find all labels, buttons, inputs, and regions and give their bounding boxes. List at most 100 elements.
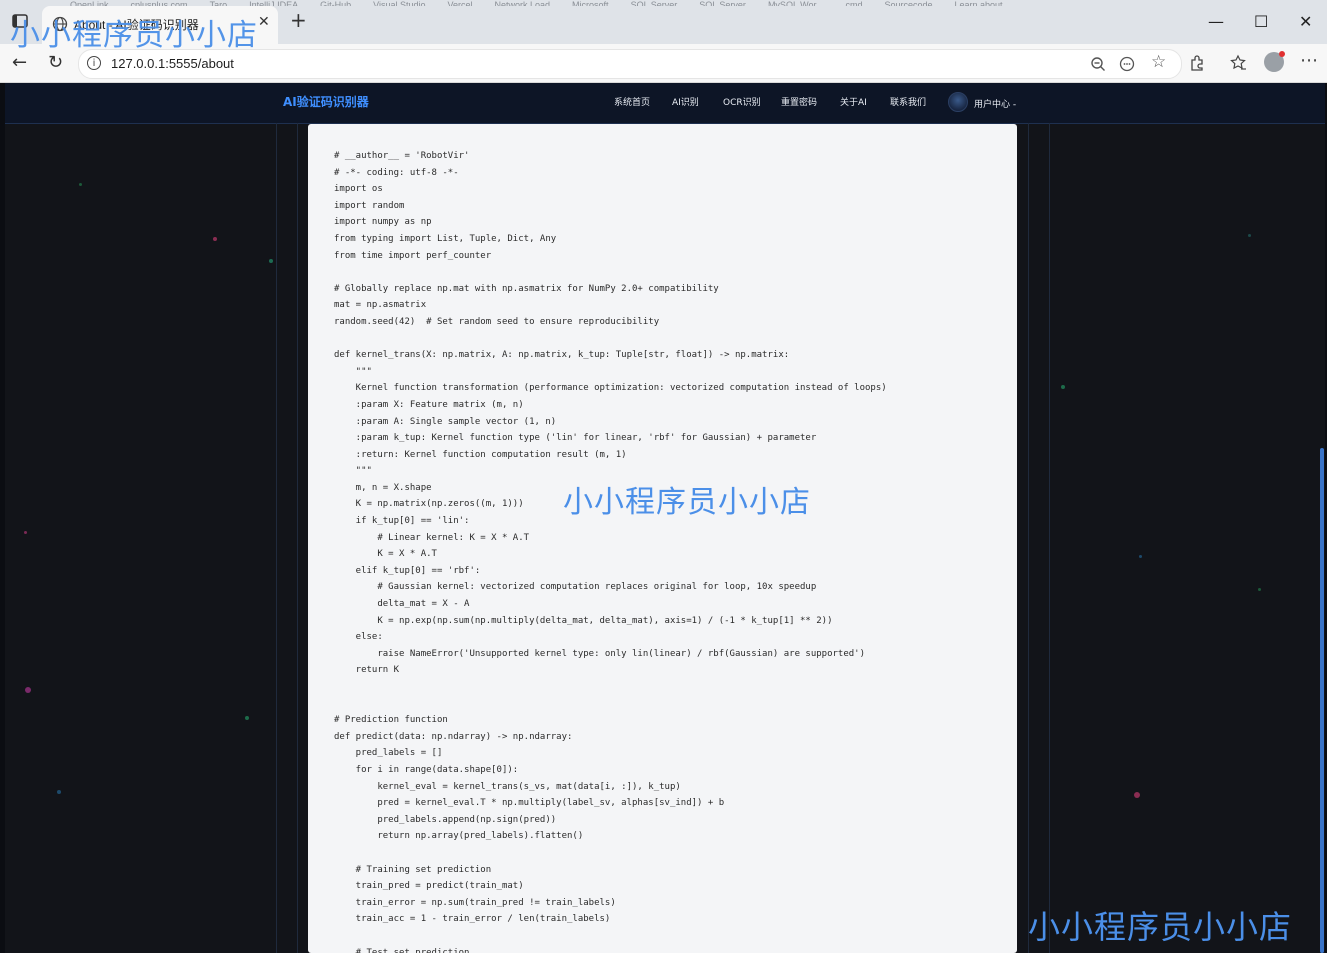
code-line: def kernel_trans(X: np.matrix, A: np.mat… xyxy=(334,350,790,361)
background-particle xyxy=(1139,555,1142,558)
code-line: import os xyxy=(334,184,383,195)
close-icon[interactable]: ✕ xyxy=(1299,12,1312,31)
code-line: kernel_eval = kernel_trans(s_vs, mat(dat… xyxy=(334,781,681,792)
code-line: # __author__ = 'RobotVir' xyxy=(334,151,470,161)
code-line: :return: Kernel function computation res… xyxy=(334,449,627,460)
code-line: # Linear kernel: K = X * A.T xyxy=(334,532,530,543)
code-line: :param A: Single sample vector (1, n) xyxy=(334,416,557,427)
code-line: K = np.exp(np.sum(np.multiply(delta_mat,… xyxy=(334,615,833,626)
code-line: # -*- coding: utf-8 -*- xyxy=(334,167,459,178)
nav-ai-recognition[interactable]: AI识别 xyxy=(672,95,699,108)
bookmark-item[interactable]: Git-Hub xyxy=(320,0,351,6)
code-line: K = X * A.T xyxy=(334,549,437,560)
code-line: from typing import List, Tuple, Dict, An… xyxy=(334,233,557,244)
bookmark-item[interactable]: Microsoft xyxy=(572,0,609,6)
nav-home[interactable]: 系统首页 xyxy=(614,95,650,108)
bookmark-item[interactable]: SQL Server xyxy=(631,0,678,6)
code-line: # Test set prediction xyxy=(334,947,470,953)
user-center-menu[interactable]: 用户中心 - xyxy=(974,97,1016,110)
bookmark-item[interactable]: Sourcecode xyxy=(884,0,932,6)
code-line: # Gaussian kernel: vectorized computatio… xyxy=(334,582,817,593)
code-line: raise NameError('Unsupported kernel type… xyxy=(334,648,866,659)
code-line: """ xyxy=(334,366,372,377)
minimize-icon[interactable]: — xyxy=(1208,12,1224,31)
code-line: Kernel function transformation (performa… xyxy=(334,383,887,394)
code-line: :param k_tup: Kernel function type ('lin… xyxy=(334,433,817,444)
code-line: else: xyxy=(334,632,383,643)
bookmark-item[interactable]: MySQL Wor... xyxy=(768,0,824,6)
close-tab-icon[interactable]: ✕ xyxy=(258,14,270,30)
watermark-bottom-right: 小小程序员小小店 xyxy=(1028,908,1293,946)
background-particle xyxy=(1061,385,1065,389)
bookmark-item[interactable]: Learn about xyxy=(955,0,1003,6)
maximize-icon[interactable]: ☐ xyxy=(1254,12,1268,31)
code-line: elif k_tup[0] == 'rbf': xyxy=(334,565,481,576)
code-line: import random xyxy=(334,200,405,211)
code-line: mat = np.asmatrix xyxy=(334,300,427,311)
code-block: # __author__ = 'RobotVir' # -*- coding: u… xyxy=(334,148,887,953)
background-particle xyxy=(79,183,82,186)
extensions-icon[interactable] xyxy=(1188,54,1206,72)
frame-line xyxy=(1028,123,1029,953)
background-particle xyxy=(213,237,217,241)
bookmark-item[interactable]: cmd xyxy=(845,0,862,6)
frame-line xyxy=(1049,123,1050,953)
code-line: train_acc = 1 - train_error / len(train_… xyxy=(334,914,611,925)
background-particle xyxy=(245,716,249,720)
back-icon[interactable]: ← xyxy=(12,52,27,73)
code-line: train_error = np.sum(train_pred != train… xyxy=(334,897,616,908)
bookmark-item[interactable]: Network Load xyxy=(495,0,551,6)
favorite-icon[interactable]: ☆ xyxy=(1151,52,1166,72)
code-line: # Training set prediction xyxy=(334,864,492,875)
reader-icon[interactable] xyxy=(1119,56,1135,72)
info-icon[interactable]: i xyxy=(87,56,101,70)
nav-about-ai[interactable]: 关于AI xyxy=(840,95,867,108)
code-line: for i in range(data.shape[0]): xyxy=(334,764,519,775)
more-icon[interactable]: ⋯ xyxy=(1300,50,1318,71)
code-line: train_pred = predict(train_mat) xyxy=(334,881,524,892)
code-line: :param X: Feature matrix (m, n) xyxy=(334,399,524,410)
zoom-icon[interactable] xyxy=(1090,56,1106,72)
nav-ocr-recognition[interactable]: OCR识别 xyxy=(723,95,761,108)
page-scrollbar[interactable] xyxy=(1320,448,1324,953)
refresh-icon[interactable]: ↻ xyxy=(48,52,63,73)
background-particle xyxy=(24,531,27,534)
code-line: import numpy as np xyxy=(334,217,432,228)
notification-dot xyxy=(1279,51,1285,57)
watermark-top-left: 小小程序员小小店 xyxy=(10,18,258,53)
code-line: # Prediction function xyxy=(334,715,448,726)
code-line: from time import perf_counter xyxy=(334,250,492,261)
bookmark-item[interactable]: SQL Server xyxy=(699,0,746,6)
background-particle xyxy=(25,687,31,693)
site-logo[interactable]: AI验证码识别器 xyxy=(283,93,369,110)
background-particle xyxy=(269,259,273,263)
code-line: pred_labels.append(np.sign(pred)) xyxy=(334,814,557,825)
background-particle xyxy=(57,790,61,794)
code-line: delta_mat = X - A xyxy=(334,599,470,610)
new-tab-icon[interactable]: + xyxy=(290,10,307,30)
watermark-center: 小小程序员小小店 xyxy=(563,485,811,520)
frame-line xyxy=(297,123,298,953)
nav-reset-password[interactable]: 重置密码 xyxy=(781,95,817,108)
user-avatar[interactable] xyxy=(948,92,968,112)
nav-contact[interactable]: 联系我们 xyxy=(890,95,926,108)
code-line: return K xyxy=(334,665,400,676)
site-navbar: AI验证码识别器 系统首页 AI识别 OCR识别 重置密码 关于AI 联系我们 … xyxy=(5,83,1325,124)
code-line: def predict(data: np.ndarray) -> np.ndar… xyxy=(334,731,573,742)
bookmark-item[interactable]: Visual Studio xyxy=(373,0,425,6)
bookmark-item[interactable]: Vercel xyxy=(448,0,473,6)
code-line: return np.array(pred_labels).flatten() xyxy=(334,831,584,842)
frame-line xyxy=(276,123,277,953)
code-line: pred_labels = [] xyxy=(334,748,443,759)
collections-icon[interactable] xyxy=(1229,54,1247,72)
code-line: pred = kernel_eval.T * np.multiply(label… xyxy=(334,798,725,809)
background-particle xyxy=(1258,588,1261,591)
background-particle xyxy=(1134,792,1140,798)
code-line: # Globally replace np.mat with np.asmatr… xyxy=(334,283,719,294)
url-text[interactable]: 127.0.0.1:5555/about xyxy=(111,56,234,71)
